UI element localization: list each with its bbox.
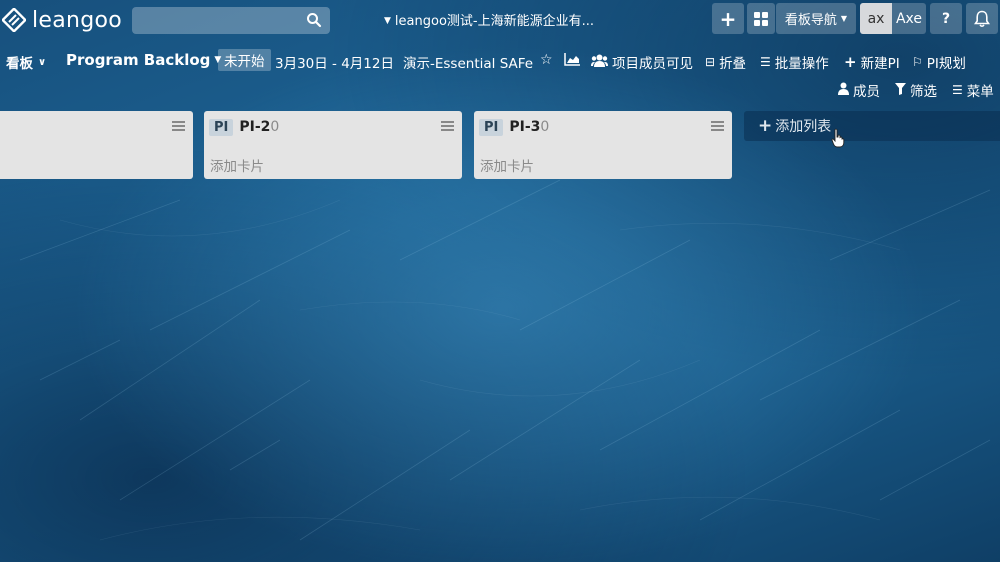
group-icon bbox=[591, 54, 608, 70]
new-pi-label: 新建PI bbox=[860, 56, 900, 72]
pi-badge: PI bbox=[209, 118, 234, 136]
add-button[interactable]: + bbox=[712, 3, 744, 34]
add-list-button[interactable]: + 添加列表 bbox=[744, 111, 1000, 141]
batch-operation-label: 批量操作 bbox=[774, 56, 829, 72]
filter-label: 筛选 bbox=[910, 84, 937, 100]
board-menu-dropdown[interactable]: 看板 ∨ bbox=[6, 52, 46, 72]
list-column: PI PI-3 0 添加卡片 bbox=[474, 111, 732, 179]
notification-button[interactable] bbox=[966, 3, 998, 34]
add-list-label: 添加列表 bbox=[775, 119, 832, 135]
menu-label: 菜单 bbox=[966, 84, 994, 100]
list-name: PI-3 bbox=[509, 119, 541, 135]
logo-text: leangoo bbox=[32, 7, 123, 33]
add-card-button[interactable]: 添加卡片 bbox=[210, 155, 264, 175]
user-menu-button[interactable]: ax Axe bbox=[860, 3, 926, 34]
plus-icon: + bbox=[844, 53, 857, 71]
caret-down-icon: ▼ bbox=[840, 14, 848, 23]
top-navigation-bar: leangoo ▼ leangoo测试-上海新能源企业有... + 看板导航 ▼ a… bbox=[0, 0, 1000, 40]
list-column: 0 bbox=[0, 111, 193, 179]
chart-icon[interactable] bbox=[564, 52, 581, 66]
list-name: PI-2 bbox=[239, 119, 271, 135]
status-badge[interactable]: 未开始 bbox=[218, 49, 271, 71]
board-grid-button[interactable] bbox=[747, 3, 775, 34]
chevron-down-icon: ∨ bbox=[38, 56, 47, 68]
star-icon[interactable]: ☆ bbox=[540, 52, 553, 68]
hand-cursor-icon bbox=[831, 128, 845, 148]
list-column: PI PI-2 0 添加卡片 bbox=[204, 111, 462, 179]
user-icon bbox=[838, 82, 849, 98]
new-pi-button[interactable]: + 新建PI bbox=[844, 52, 900, 72]
list-menu-icon[interactable] bbox=[441, 121, 454, 132]
template-link[interactable]: 演示-Essential SAFe bbox=[403, 52, 533, 72]
fold-label: 折叠 bbox=[719, 56, 747, 72]
batch-operation-button[interactable]: ☰ 批量操作 bbox=[760, 52, 829, 72]
fold-button[interactable]: ⊟ 折叠 bbox=[705, 52, 746, 72]
leangoo-logo-icon bbox=[2, 8, 26, 32]
members-button[interactable]: 成员 bbox=[838, 80, 880, 100]
board-name-dropdown[interactable]: Program Backlog ▼ bbox=[66, 51, 221, 69]
filter-button[interactable]: 筛选 bbox=[895, 80, 937, 100]
pi-badge: PI bbox=[479, 118, 504, 136]
board-navigation-label: 看板导航 bbox=[784, 13, 837, 28]
members-visible-label: 项目成员可见 bbox=[612, 56, 693, 72]
user-name: Axe bbox=[895, 10, 923, 27]
filter-icon bbox=[895, 82, 906, 98]
board-menu-label: 看板 bbox=[6, 56, 33, 72]
help-button[interactable]: ? bbox=[930, 3, 962, 34]
date-range[interactable]: 3月30日 - 4月12日 bbox=[275, 52, 394, 72]
list-icon: ☰ bbox=[760, 55, 771, 69]
members-label: 成员 bbox=[853, 84, 880, 100]
signpost-icon: ⚐ bbox=[912, 55, 923, 69]
bell-icon bbox=[974, 10, 990, 27]
collapse-icon: ⊟ bbox=[705, 55, 716, 69]
list-header[interactable]: PI PI-3 0 bbox=[479, 117, 549, 137]
board-navigation-button[interactable]: 看板导航 ▼ bbox=[776, 3, 856, 34]
caret-down-icon: ▼ bbox=[384, 16, 391, 26]
board-title-text: leangoo测试-上海新能源企业有... bbox=[394, 14, 594, 29]
hamburger-icon: ☰ bbox=[952, 83, 963, 97]
search-icon[interactable] bbox=[306, 12, 322, 28]
board-header-bar: 看板 ∨ Program Backlog ▼ 未开始 3月30日 - 4月12日 演… bbox=[0, 48, 1000, 74]
plus-icon: + bbox=[758, 116, 773, 136]
search-input[interactable] bbox=[132, 7, 330, 34]
pi-plan-label: PI规划 bbox=[926, 56, 966, 72]
board-name: Program Backlog bbox=[66, 51, 211, 69]
board-tools-bar: 成员 筛选 ☰ 菜单 bbox=[0, 78, 1000, 100]
area-chart-icon bbox=[564, 53, 580, 66]
grid-icon bbox=[754, 11, 768, 26]
pi-plan-button[interactable]: ⚐ PI规划 bbox=[912, 52, 966, 72]
menu-button[interactable]: ☰ 菜单 bbox=[952, 80, 994, 100]
list-header[interactable]: PI PI-2 0 bbox=[209, 117, 279, 137]
add-card-button[interactable]: 添加卡片 bbox=[480, 155, 534, 175]
list-count: 0 bbox=[540, 119, 550, 135]
members-visible-button[interactable]: 项目成员可见 bbox=[591, 52, 693, 72]
list-menu-icon[interactable] bbox=[172, 121, 185, 132]
list-count: 0 bbox=[270, 119, 280, 135]
list-menu-icon[interactable] bbox=[711, 121, 724, 132]
avatar: ax bbox=[860, 3, 892, 34]
logo[interactable]: leangoo bbox=[2, 6, 122, 34]
board-title-dropdown[interactable]: ▼ leangoo测试-上海新能源企业有... bbox=[384, 10, 594, 29]
